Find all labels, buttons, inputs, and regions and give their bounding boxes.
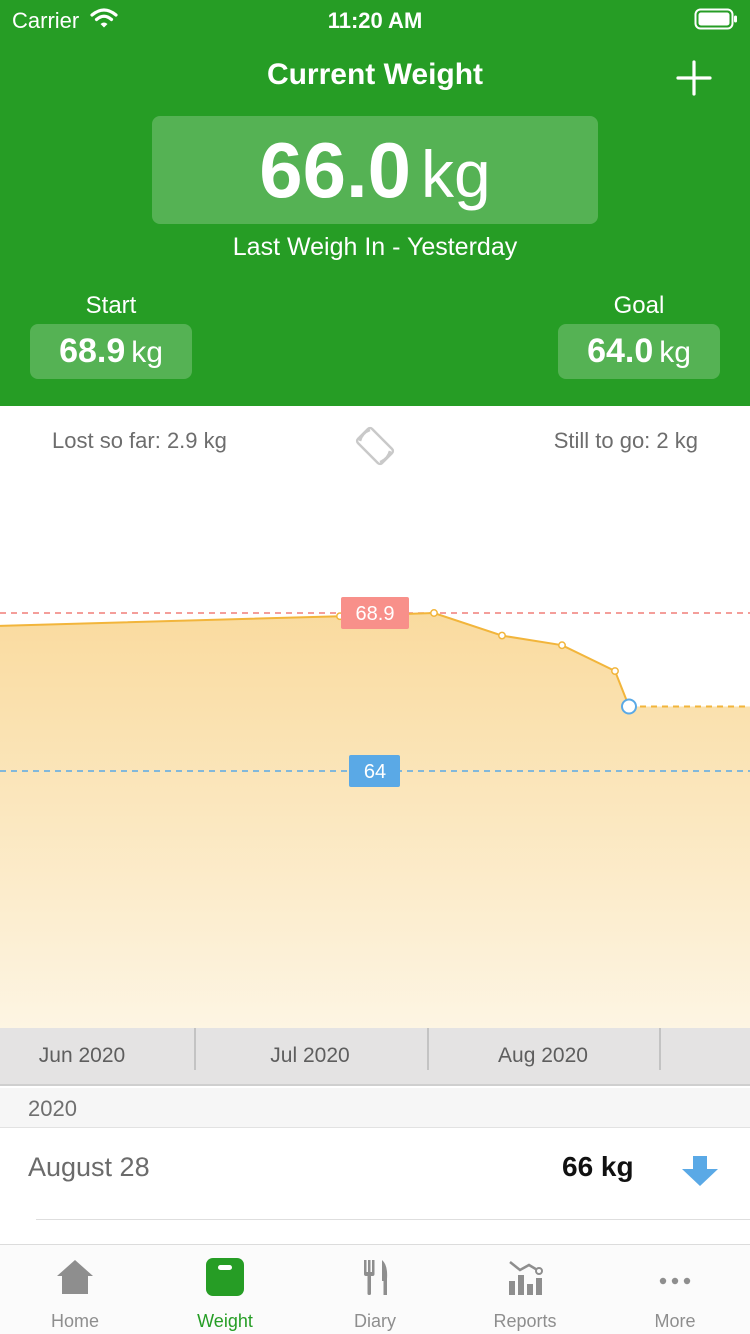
lost-so-far-label: Lost so far: 2.9 kg <box>52 428 227 453</box>
tab-bar: Home Weight Diary Reports More <box>0 1244 750 1334</box>
home-icon <box>57 1260 93 1294</box>
tab-label: Home <box>50 1311 99 1331</box>
weight-point[interactable] <box>611 667 619 675</box>
page-title: Current Weight <box>266 58 484 91</box>
tab-label: Diary <box>353 1311 396 1331</box>
reports-chart-icon <box>509 1261 543 1295</box>
axis-divider <box>194 1028 196 1070</box>
start-weight-unit: kg <box>131 336 163 369</box>
tab-label: Reports <box>493 1311 557 1331</box>
goal-weight-unit: kg <box>659 336 691 369</box>
status-bar: Carrier 11:20 AM <box>0 0 750 40</box>
start-label: Start <box>85 292 137 319</box>
goal-weight-pill: 64.0 kg <box>558 324 720 379</box>
current-weight-point[interactable] <box>621 698 637 715</box>
tab-diary[interactable]: Diary <box>300 1245 450 1334</box>
weight-area-fill <box>0 613 750 1028</box>
year-section-header: 2020 <box>0 1088 750 1128</box>
status-time: 11:20 AM <box>327 8 423 33</box>
x-tick-label: Aug 2020 <box>498 1044 588 1067</box>
tab-more[interactable]: More <box>600 1245 750 1334</box>
goal-weight-value: 64.0 <box>587 332 654 370</box>
start-line-label-text: 68.9 <box>356 603 395 625</box>
current-weight-display: 66.0 kg <box>152 116 598 224</box>
rotate-device-icon[interactable] <box>352 423 398 469</box>
scale-icon <box>206 1258 244 1296</box>
more-dots-icon <box>659 1277 691 1285</box>
weight-point[interactable] <box>558 641 566 650</box>
x-tick-label: Jul 2020 <box>270 1044 350 1067</box>
start-weight-value: 68.9 <box>59 332 126 370</box>
battery-icon <box>694 8 737 30</box>
tab-label: More <box>654 1311 696 1331</box>
row-divider <box>36 1219 750 1220</box>
weight-point[interactable] <box>430 609 438 617</box>
weight-chart[interactable]: 68.9 64 <box>0 466 750 1028</box>
fork-knife-icon <box>364 1260 388 1295</box>
start-weight-pill: 68.9 kg <box>30 324 192 379</box>
axis-divider <box>659 1028 661 1070</box>
section-year: 2020 <box>28 1096 77 1121</box>
axis-divider <box>427 1028 429 1070</box>
start-line-label: 68.9 <box>341 597 409 629</box>
tab-label: Weight <box>197 1311 253 1331</box>
tab-weight[interactable]: Weight <box>150 1245 300 1334</box>
current-weight-unit: kg <box>421 137 491 211</box>
entry-weight: 66 kg <box>562 1151 634 1182</box>
still-to-go-label: Still to go: 2 kg <box>553 428 698 453</box>
list-item[interactable]: August 28 66 kg <box>0 1128 750 1220</box>
chart-x-axis[interactable]: Jun 2020 Jul 2020 Aug 2020 <box>0 1028 750 1086</box>
tab-home[interactable]: Home <box>0 1245 150 1334</box>
goal-line-label-text: 64 <box>364 761 386 783</box>
x-tick-label: Jun 2020 <box>38 1044 126 1067</box>
header: Carrier 11:20 AM Current Weight 66.0 kg L… <box>0 0 750 406</box>
last-weigh-in-label: Last Weigh In - Yesterday <box>232 233 518 261</box>
add-weight-button[interactable] <box>670 54 718 102</box>
entry-date: August 28 <box>28 1152 150 1182</box>
arrow-down-icon <box>682 1156 718 1186</box>
tab-reports[interactable]: Reports <box>450 1245 600 1334</box>
goal-label: Goal <box>613 292 665 319</box>
goal-line-label: 64 <box>349 755 400 787</box>
weight-point[interactable] <box>498 631 506 640</box>
current-weight-value: 66.0 <box>259 126 412 214</box>
